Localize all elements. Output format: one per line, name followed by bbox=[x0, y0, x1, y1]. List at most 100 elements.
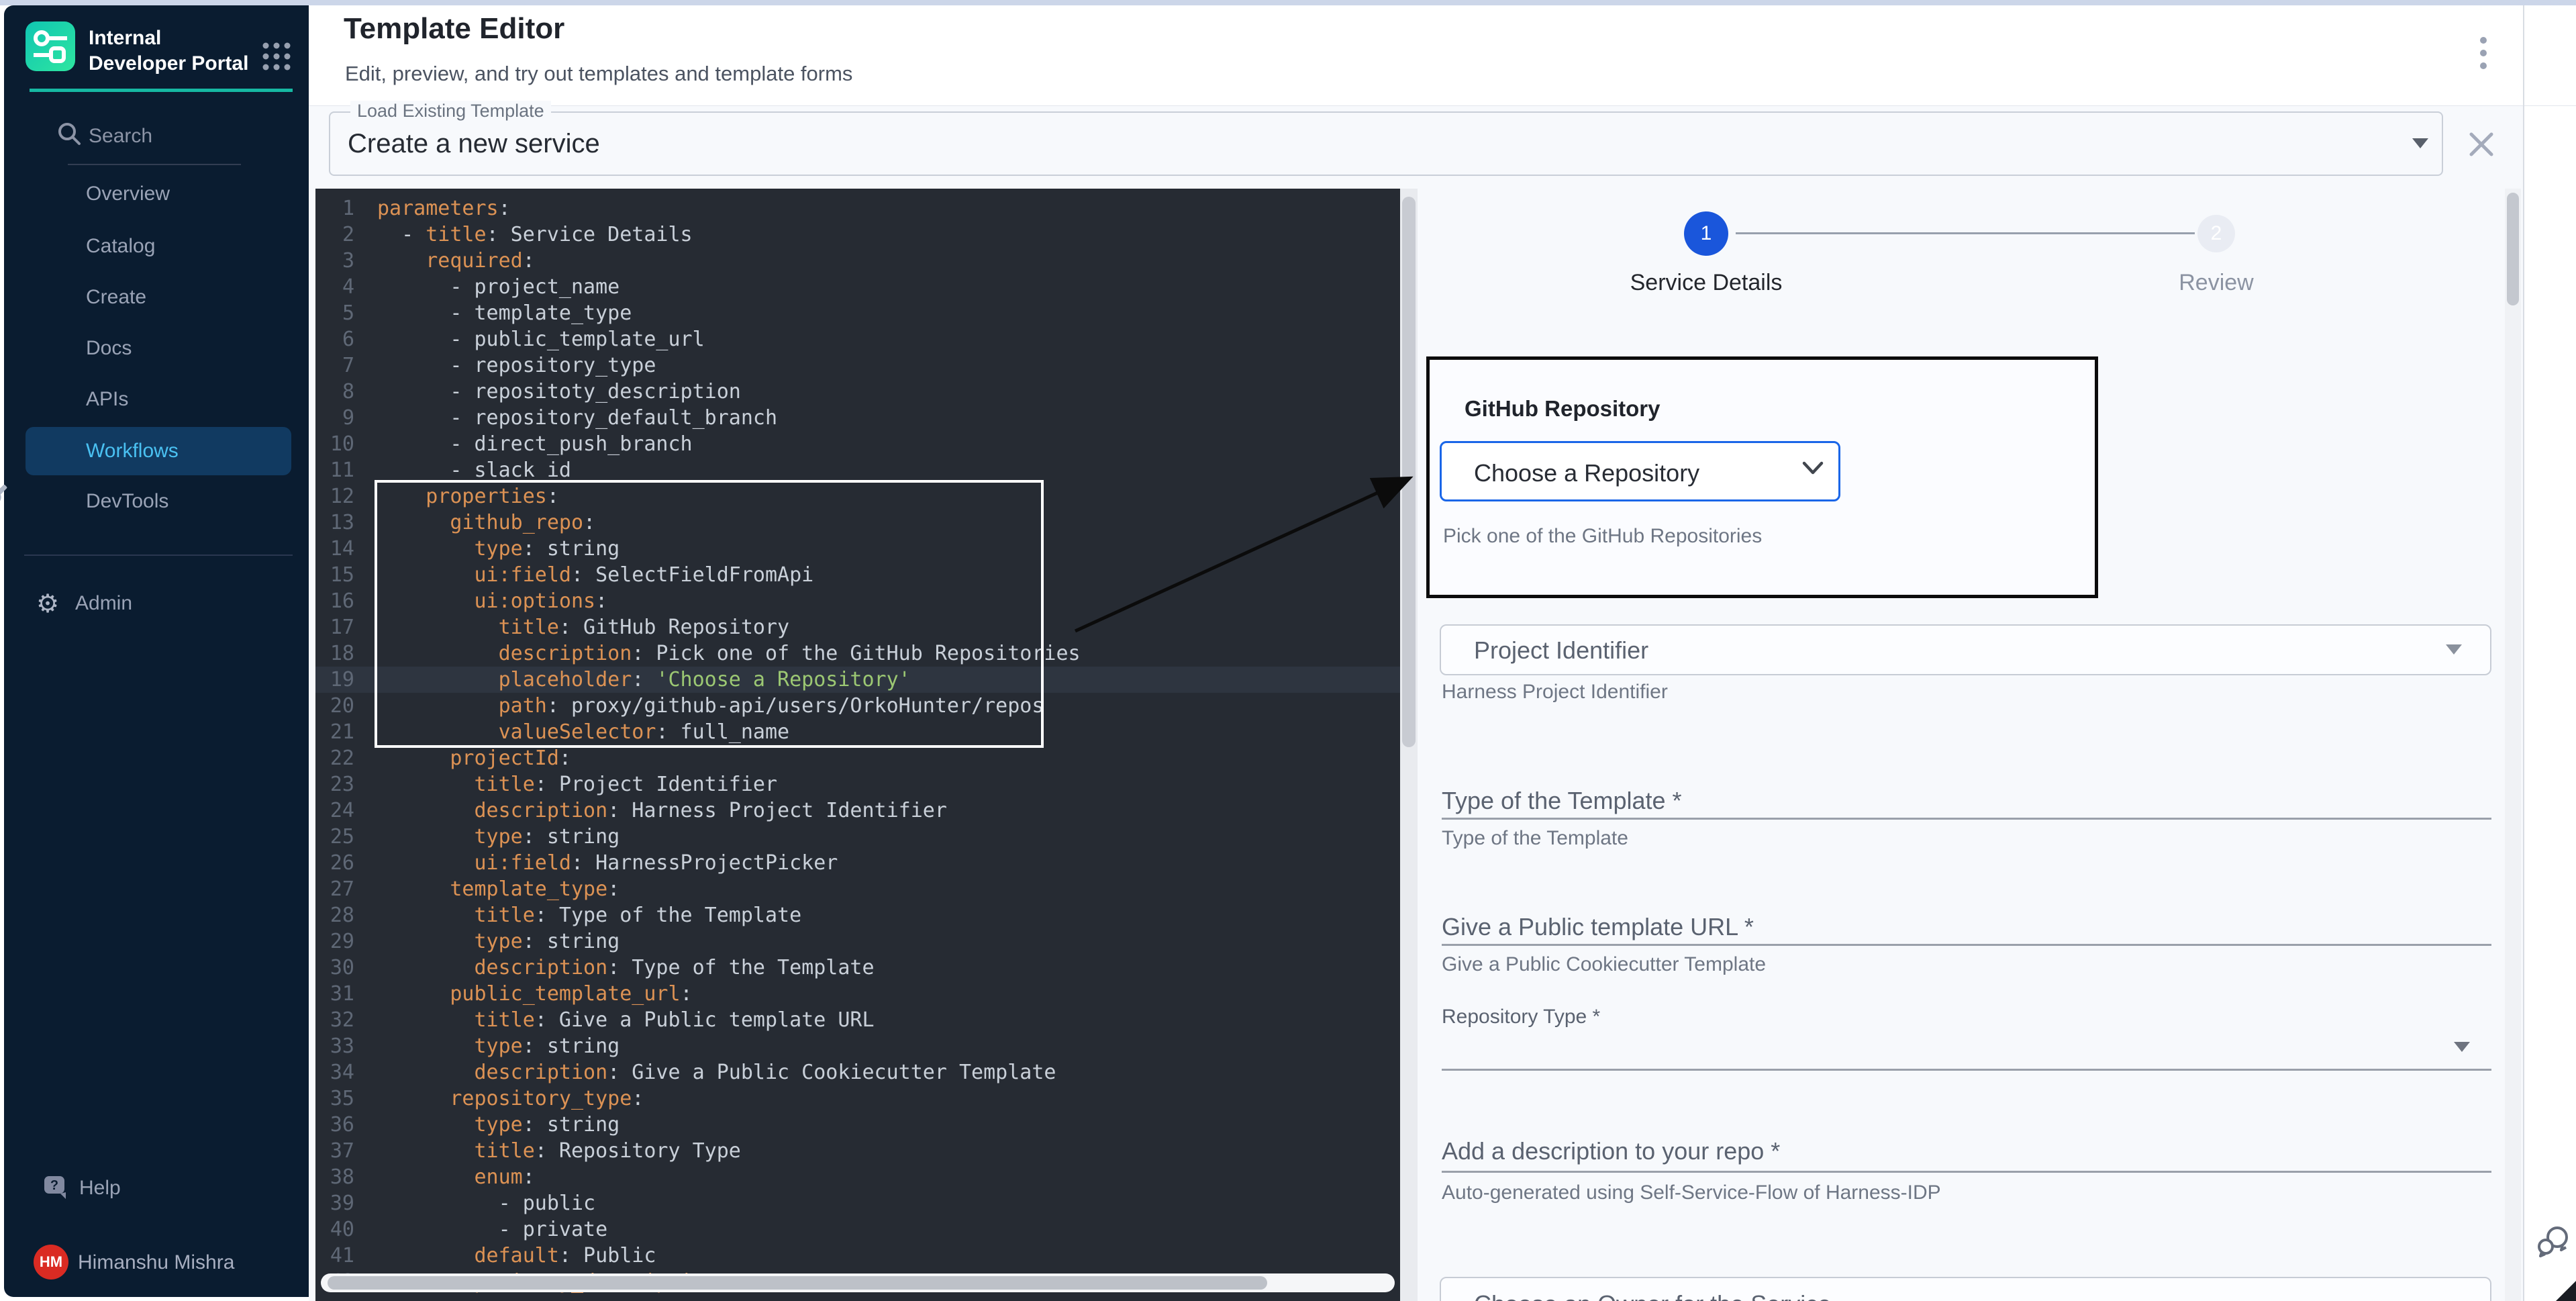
project-identifier-value: Project Identifier bbox=[1474, 636, 1648, 665]
sidebar-item-workflows[interactable]: Workflows bbox=[26, 427, 291, 475]
code-line-40[interactable]: 40 - private bbox=[315, 1216, 1400, 1243]
sidebar: Internal Developer Portal Search Overvie… bbox=[4, 5, 309, 1297]
repository-type-select[interactable] bbox=[1442, 1069, 2491, 1071]
sidebar-item-apis[interactable]: APIs bbox=[26, 379, 291, 420]
panel-vertical-scrollbar[interactable] bbox=[2505, 189, 2521, 1301]
app-logo-icon[interactable] bbox=[26, 21, 75, 71]
page-subtitle: Edit, preview, and try out templates and… bbox=[345, 62, 852, 86]
search-input[interactable]: Search bbox=[89, 125, 152, 148]
search-icon[interactable] bbox=[56, 121, 83, 151]
sidebar-item-admin[interactable]: ⚙ Admin bbox=[26, 583, 291, 624]
sidebar-item-label: Help bbox=[79, 1168, 121, 1208]
stepper-step-1[interactable]: 1 bbox=[1684, 211, 1728, 256]
page-title: Template Editor bbox=[344, 12, 564, 46]
chevron-down-icon[interactable] bbox=[1801, 461, 1824, 480]
page-header bbox=[309, 5, 2576, 106]
code-line-22[interactable]: 22 projectId: bbox=[315, 745, 1400, 771]
github-repository-label: GitHub Repository bbox=[1465, 396, 1661, 422]
clear-template-icon[interactable] bbox=[2467, 130, 2495, 162]
stepper-connector bbox=[1736, 232, 2195, 234]
code-line-33[interactable]: 33 type: string bbox=[315, 1033, 1400, 1059]
logo-glyph-icon bbox=[26, 21, 75, 71]
code-line-27[interactable]: 27 template_type: bbox=[315, 876, 1400, 902]
code-line-23[interactable]: 23 title: Project Identifier bbox=[315, 771, 1400, 798]
code-line-36[interactable]: 36 type: string bbox=[315, 1112, 1400, 1138]
code-line-7[interactable]: 7 - repository_type bbox=[315, 352, 1400, 379]
stepper-label-service-details: Service Details bbox=[1572, 270, 1840, 296]
support-chat-icon[interactable] bbox=[2536, 1224, 2571, 1263]
code-line-8[interactable]: 8 - repositoty_description bbox=[315, 379, 1400, 405]
user-name[interactable]: Himanshu Mishra bbox=[78, 1251, 234, 1274]
project-identifier-helper: Harness Project Identifier bbox=[1442, 681, 1668, 704]
sidebar-item-label: Admin bbox=[75, 583, 132, 624]
load-template-value: Create a new service bbox=[348, 129, 600, 159]
user-avatar[interactable]: HM bbox=[34, 1245, 68, 1280]
code-line-26[interactable]: 26 ui:field: HarnessProjectPicker bbox=[315, 850, 1400, 876]
help-chat-icon: ? bbox=[42, 1173, 72, 1218]
repository-type-dropdown-icon[interactable] bbox=[2454, 1042, 2470, 1052]
gear-icon: ⚙ bbox=[36, 590, 59, 617]
project-identifier-dropdown-icon[interactable] bbox=[2446, 644, 2462, 655]
stepper-step-2[interactable]: 2 bbox=[2197, 215, 2235, 252]
code-line-34[interactable]: 34 description: Give a Public Cookiecutt… bbox=[315, 1059, 1400, 1086]
code-line-28[interactable]: 28 title: Type of the Template bbox=[315, 902, 1400, 928]
code-line-4[interactable]: 4 - project_name bbox=[315, 274, 1400, 300]
sidebar-item-devtools[interactable]: DevTools bbox=[26, 481, 291, 522]
sidebar-item-help[interactable]: ? Help bbox=[26, 1168, 291, 1208]
brand-title: Internal Developer Portal bbox=[89, 26, 256, 77]
code-line-35[interactable]: 35 repository_type: bbox=[315, 1086, 1400, 1112]
search-underline bbox=[68, 164, 241, 165]
code-line-3[interactable]: 3 required: bbox=[315, 248, 1400, 274]
template-type-input[interactable] bbox=[1442, 818, 2491, 820]
code-line-6[interactable]: 6 - public_template_url bbox=[315, 326, 1400, 352]
load-template-dropdown-icon[interactable] bbox=[2412, 138, 2428, 148]
load-template-label: Load Existing Template bbox=[350, 101, 551, 122]
code-line-5[interactable]: 5 - template_type bbox=[315, 300, 1400, 326]
repo-description-input[interactable] bbox=[1442, 1171, 2491, 1173]
kebab-menu-icon[interactable] bbox=[2475, 30, 2491, 80]
app-grid-icon[interactable] bbox=[258, 36, 298, 80]
repo-description-label: Add a description to your repo * bbox=[1442, 1137, 1780, 1165]
template-editor-page: Internal Developer Portal Search Overvie… bbox=[0, 0, 2576, 1301]
corner-widget[interactable] bbox=[2555, 1280, 2576, 1301]
code-line-25[interactable]: 25 type: string bbox=[315, 824, 1400, 850]
form-preview-panel bbox=[1418, 189, 2505, 1301]
editor-horizontal-scrollbar[interactable] bbox=[321, 1273, 1395, 1292]
sidebar-item-catalog[interactable]: Catalog bbox=[26, 226, 291, 267]
panel-right-border bbox=[2523, 5, 2524, 1301]
github-repository-helper: Pick one of the GitHub Repositories bbox=[1443, 525, 1762, 548]
editor-vertical-scrollbar[interactable] bbox=[1400, 189, 1418, 1301]
window-top-strip bbox=[0, 0, 2576, 5]
code-line-38[interactable]: 38 enum: bbox=[315, 1164, 1400, 1190]
public-url-input[interactable] bbox=[1442, 944, 2491, 946]
svg-text:?: ? bbox=[50, 1178, 58, 1193]
code-annotation-box bbox=[375, 480, 1044, 748]
code-line-2[interactable]: 2 - title: Service Details bbox=[315, 222, 1400, 248]
owner-select-label: Choose an Owner for the Service bbox=[1474, 1290, 1831, 1301]
code-line-31[interactable]: 31 public_template_url: bbox=[315, 981, 1400, 1007]
wrench-icon bbox=[0, 481, 11, 522]
code-line-37[interactable]: 37 title: Repository Type bbox=[315, 1138, 1400, 1164]
code-line-9[interactable]: 9 - repository_default_branch bbox=[315, 405, 1400, 431]
code-line-29[interactable]: 29 type: string bbox=[315, 928, 1400, 955]
code-line-32[interactable]: 32 title: Give a Public template URL bbox=[315, 1007, 1400, 1033]
code-line-30[interactable]: 30 description: Type of the Template bbox=[315, 955, 1400, 981]
sidebar-item-overview[interactable]: Overview bbox=[26, 174, 291, 214]
template-type-label: Type of the Template * bbox=[1442, 787, 1682, 815]
code-line-10[interactable]: 10 - direct_push_branch bbox=[315, 431, 1400, 457]
sidebar-item-create[interactable]: Create bbox=[26, 277, 291, 318]
template-type-helper: Type of the Template bbox=[1442, 827, 1628, 850]
repo-description-helper: Auto-generated using Self-Service-Flow o… bbox=[1442, 1182, 1941, 1204]
repository-type-label: Repository Type * bbox=[1442, 1006, 1600, 1028]
code-line-24[interactable]: 24 description: Harness Project Identifi… bbox=[315, 798, 1400, 824]
sidebar-section-divider bbox=[24, 555, 293, 556]
stepper-label-review: Review bbox=[2116, 270, 2317, 296]
sidebar-item-docs[interactable]: Docs bbox=[26, 328, 291, 369]
load-template-select[interactable] bbox=[329, 111, 2443, 176]
sidebar-accent-divider bbox=[30, 89, 293, 92]
github-repository-select-value: Choose a Repository bbox=[1474, 459, 1699, 487]
code-line-41[interactable]: 41 default: Public bbox=[315, 1243, 1400, 1269]
code-line-1[interactable]: 1parameters: bbox=[315, 195, 1400, 222]
public-url-label: Give a Public template URL * bbox=[1442, 913, 1754, 941]
code-line-39[interactable]: 39 - public bbox=[315, 1190, 1400, 1216]
